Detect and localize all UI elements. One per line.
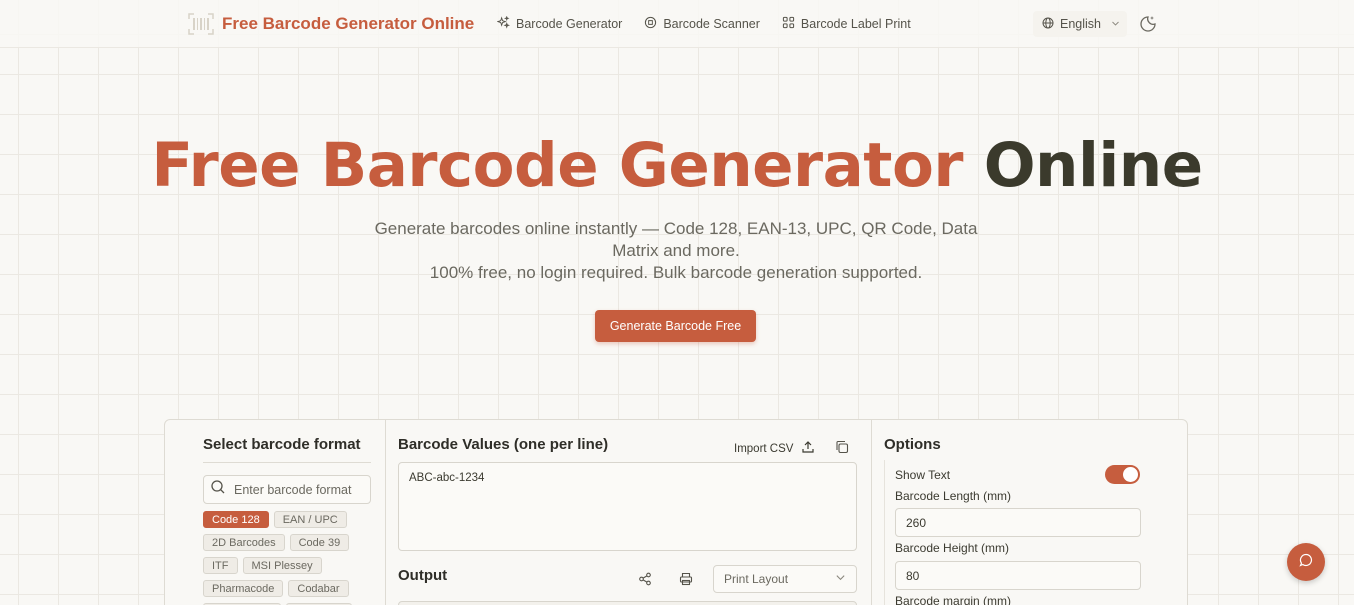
copy-icon bbox=[835, 440, 849, 458]
show-text-toggle[interactable] bbox=[1105, 465, 1140, 484]
format-chip-code-39[interactable]: Code 39 bbox=[289, 534, 350, 551]
language-select[interactable]: English bbox=[1033, 11, 1127, 37]
values-section-title: Barcode Values (one per line) bbox=[398, 436, 609, 453]
format-search bbox=[203, 475, 371, 504]
chevron-down-icon bbox=[1111, 17, 1120, 31]
nav-barcode-generator[interactable]: Barcode Generator bbox=[496, 15, 623, 32]
moon-sparkle-icon bbox=[1138, 16, 1158, 38]
options-section-title: Options bbox=[884, 436, 941, 453]
print-layout-value: Print Layout bbox=[724, 572, 789, 586]
divider bbox=[203, 462, 371, 463]
hero-subtitle-line: Generate barcodes online instantly — Cod… bbox=[374, 219, 978, 260]
generator-panel: Select barcode format Code 128 EAN / UPC… bbox=[164, 419, 1188, 605]
import-csv-label: Import CSV bbox=[734, 442, 794, 455]
language-label: English bbox=[1060, 17, 1101, 31]
globe-icon bbox=[1042, 17, 1054, 32]
barcode-length-label: Barcode Length (mm) bbox=[895, 489, 1012, 503]
format-chip-itf[interactable]: ITF bbox=[203, 557, 238, 574]
share-icon bbox=[638, 572, 652, 590]
format-chip-list: Code 128 EAN / UPC 2D Barcodes Code 39 I… bbox=[203, 511, 378, 605]
share-button[interactable] bbox=[638, 572, 652, 586]
main-nav: Barcode Generator Barcode Scanner Barcod… bbox=[496, 15, 911, 32]
barcode-margin-label: Barcode margin (mm) bbox=[895, 594, 1012, 605]
format-chip-msi-plessey[interactable]: MSI Plessey bbox=[242, 557, 322, 574]
hero-title-rest: Online bbox=[983, 130, 1203, 201]
chat-button[interactable] bbox=[1287, 543, 1325, 581]
nav-barcode-scanner[interactable]: Barcode Scanner bbox=[644, 16, 760, 32]
theme-toggle-button[interactable] bbox=[1138, 14, 1158, 34]
hero-subtitle: Generate barcodes online instantly — Cod… bbox=[368, 218, 984, 284]
barcode-length-input[interactable] bbox=[895, 508, 1141, 537]
hero-title: Free Barcode Generator Online bbox=[0, 130, 1354, 201]
format-column: Select barcode format Code 128 EAN / UPC… bbox=[165, 420, 386, 605]
import-csv-button[interactable]: Import CSV bbox=[734, 440, 815, 457]
brand-link[interactable]: Free Barcode Generator Online bbox=[188, 12, 474, 36]
output-section-title: Output bbox=[398, 567, 448, 584]
print-button[interactable] bbox=[679, 572, 693, 586]
nav-label: Barcode Label Print bbox=[800, 17, 911, 31]
generate-barcode-button[interactable]: Generate Barcode Free bbox=[595, 310, 756, 342]
nav-label: Barcode Generator bbox=[516, 17, 623, 31]
barcode-logo-icon bbox=[188, 12, 214, 36]
hero-title-accent: Free Barcode Generator bbox=[151, 130, 963, 201]
output-preview bbox=[398, 601, 857, 605]
hero-subtitle-line: 100% free, no login required. Bulk barco… bbox=[429, 263, 923, 282]
copy-button[interactable] bbox=[835, 440, 849, 454]
sparkles-icon bbox=[496, 15, 511, 32]
grid-icon bbox=[782, 16, 795, 32]
format-section-title: Select barcode format bbox=[203, 436, 361, 453]
upload-icon bbox=[801, 440, 815, 457]
brand-title: Free Barcode Generator Online bbox=[222, 14, 475, 33]
barcode-height-label: Barcode Height (mm) bbox=[895, 541, 1010, 555]
toggle-knob bbox=[1123, 467, 1138, 482]
format-chip-codabar[interactable]: Codabar bbox=[288, 580, 349, 597]
format-search-input[interactable] bbox=[234, 482, 364, 497]
chat-bubble-icon bbox=[1299, 553, 1313, 572]
print-layout-select[interactable]: Print Layout bbox=[713, 565, 857, 593]
format-chip-ean-upc[interactable]: EAN / UPC bbox=[273, 511, 347, 528]
nav-label: Barcode Scanner bbox=[663, 17, 760, 31]
show-text-label: Show Text bbox=[895, 468, 951, 482]
nav-barcode-label-print[interactable]: Barcode Label Print bbox=[782, 16, 911, 32]
chevron-down-icon bbox=[835, 572, 846, 586]
options-column: Options Show Text Barcode Length (mm) Ba… bbox=[872, 420, 1188, 605]
format-chip-pharmacode[interactable]: Pharmacode bbox=[203, 580, 284, 597]
values-column: Barcode Values (one per line) Import CSV… bbox=[386, 420, 872, 605]
options-list: Show Text Barcode Length (mm) Barcode He… bbox=[884, 460, 1148, 605]
search-icon bbox=[210, 479, 226, 500]
barcode-values-textarea[interactable]: ABC-abc-1234 bbox=[398, 462, 857, 551]
format-chip-code-128[interactable]: Code 128 bbox=[203, 511, 269, 528]
scan-icon bbox=[644, 16, 657, 32]
barcode-height-input[interactable] bbox=[895, 561, 1141, 590]
top-header: Free Barcode Generator Online Barcode Ge… bbox=[0, 0, 1354, 48]
printer-icon bbox=[679, 572, 693, 590]
format-chip-2d-barcodes[interactable]: 2D Barcodes bbox=[203, 534, 285, 551]
